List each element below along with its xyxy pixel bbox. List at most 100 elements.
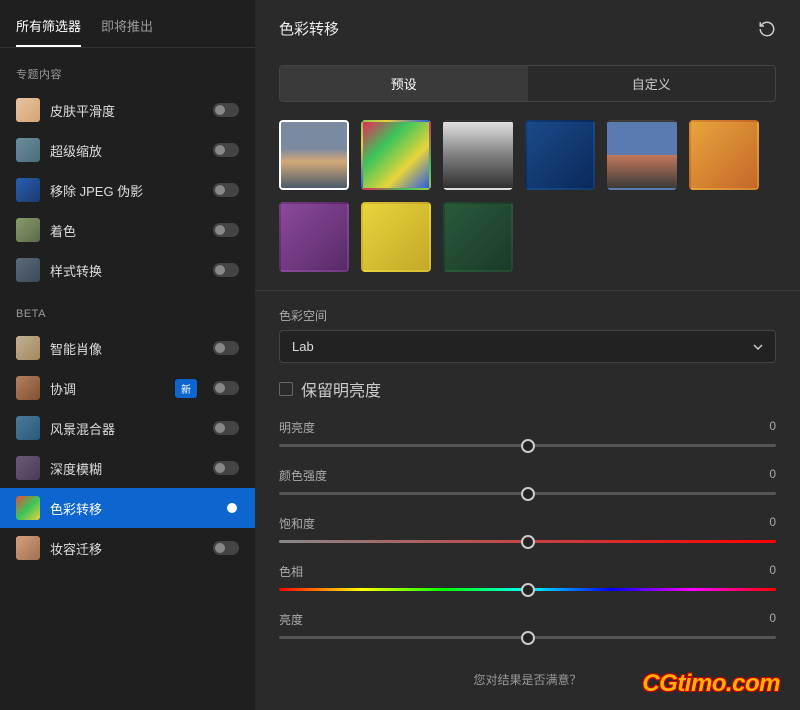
filter-thumb-icon bbox=[16, 336, 40, 360]
seg-presets[interactable]: 预设 bbox=[280, 66, 528, 101]
slider-label: 明亮度 bbox=[279, 419, 315, 436]
preserve-luma-label: 保留明亮度 bbox=[301, 377, 381, 401]
preset-thumb-6[interactable] bbox=[279, 202, 349, 272]
main-header: 色彩转移 bbox=[255, 0, 800, 57]
filter-item-featured-0[interactable]: 皮肤平滑度 bbox=[0, 90, 255, 130]
preserve-luma-checkbox[interactable]: 保留明亮度 bbox=[279, 377, 776, 401]
slider-value: 0 bbox=[769, 515, 776, 532]
slider-value: 0 bbox=[769, 419, 776, 436]
filter-thumb-icon bbox=[16, 456, 40, 480]
colorspace-value: Lab bbox=[292, 339, 314, 354]
reset-icon[interactable] bbox=[758, 20, 776, 38]
filter-name-label: 超级缩放 bbox=[50, 141, 203, 160]
section-beta-label: BETA bbox=[0, 290, 255, 328]
filter-thumb-icon bbox=[16, 258, 40, 282]
filter-thumb-icon bbox=[16, 218, 40, 242]
filter-name-label: 着色 bbox=[50, 221, 203, 240]
slider-thumb[interactable] bbox=[521, 439, 535, 453]
slider-thumb[interactable] bbox=[521, 583, 535, 597]
slider-track[interactable] bbox=[279, 588, 776, 591]
filter-toggle[interactable] bbox=[213, 341, 239, 355]
slider-track[interactable] bbox=[279, 444, 776, 447]
filter-item-beta-0[interactable]: 智能肖像 bbox=[0, 328, 255, 368]
filter-thumb-icon bbox=[16, 376, 40, 400]
slider-value: 0 bbox=[769, 467, 776, 484]
preset-thumb-7[interactable] bbox=[361, 202, 431, 272]
filter-toggle[interactable] bbox=[213, 501, 239, 515]
filter-thumb-icon bbox=[16, 496, 40, 520]
filter-thumb-icon bbox=[16, 536, 40, 560]
filter-thumb-icon bbox=[16, 138, 40, 162]
tab-all-filters[interactable]: 所有筛选器 bbox=[16, 16, 81, 47]
filter-name-label: 皮肤平滑度 bbox=[50, 101, 203, 120]
filter-name-label: 移除 JPEG 伪影 bbox=[50, 181, 203, 200]
slider-track[interactable] bbox=[279, 540, 776, 543]
filter-item-beta-5[interactable]: 妆容迁移 bbox=[0, 528, 255, 568]
slider-row-1: 颜色强度 0 bbox=[279, 467, 776, 495]
filter-toggle[interactable] bbox=[213, 461, 239, 475]
filter-item-beta-3[interactable]: 深度模糊 bbox=[0, 448, 255, 488]
filter-toggle[interactable] bbox=[213, 143, 239, 157]
filter-toggle[interactable] bbox=[213, 103, 239, 117]
slider-label: 亮度 bbox=[279, 611, 303, 628]
colorspace-select[interactable]: Lab bbox=[279, 330, 776, 363]
preset-thumb-3[interactable] bbox=[525, 120, 595, 190]
filter-toggle[interactable] bbox=[213, 263, 239, 277]
slider-label: 饱和度 bbox=[279, 515, 315, 532]
seg-custom[interactable]: 自定义 bbox=[528, 66, 776, 101]
slider-thumb[interactable] bbox=[521, 535, 535, 549]
filter-toggle[interactable] bbox=[213, 223, 239, 237]
preset-thumb-4[interactable] bbox=[607, 120, 677, 190]
filter-name-label: 样式转换 bbox=[50, 261, 203, 280]
filter-name-label: 协调 bbox=[50, 379, 165, 398]
sidebar-tabs: 所有筛选器 即将推出 bbox=[0, 0, 255, 48]
colorspace-label: 色彩空间 bbox=[279, 307, 776, 324]
slider-thumb[interactable] bbox=[521, 631, 535, 645]
preset-thumb-5[interactable] bbox=[689, 120, 759, 190]
preset-thumb-2[interactable] bbox=[443, 120, 513, 190]
filter-name-label: 深度模糊 bbox=[50, 459, 203, 478]
preset-thumb-1[interactable] bbox=[361, 120, 431, 190]
slider-label: 色相 bbox=[279, 563, 303, 580]
main-panel: 色彩转移 预设 自定义 色彩空间 Lab 保留明亮度 明亮度 0 颜色强度 0 饱和度 0… bbox=[255, 0, 800, 710]
filter-name-label: 妆容迁移 bbox=[50, 539, 203, 558]
new-badge: 新 bbox=[175, 379, 197, 398]
filter-item-featured-1[interactable]: 超级缩放 bbox=[0, 130, 255, 170]
filter-toggle[interactable] bbox=[213, 541, 239, 555]
slider-value: 0 bbox=[769, 611, 776, 628]
tab-upcoming[interactable]: 即将推出 bbox=[101, 16, 153, 47]
slider-row-4: 亮度 0 bbox=[279, 611, 776, 639]
section-featured-label: 专题内容 bbox=[0, 48, 255, 90]
preset-thumb-0[interactable] bbox=[279, 120, 349, 190]
filter-item-beta-1[interactable]: 协调新 bbox=[0, 368, 255, 408]
page-title: 色彩转移 bbox=[279, 18, 758, 39]
filter-item-featured-2[interactable]: 移除 JPEG 伪影 bbox=[0, 170, 255, 210]
sidebar: 所有筛选器 即将推出 专题内容 皮肤平滑度超级缩放移除 JPEG 伪影着色样式转… bbox=[0, 0, 255, 710]
checkbox-icon bbox=[279, 382, 293, 396]
filter-name-label: 智能肖像 bbox=[50, 339, 203, 358]
filter-thumb-icon bbox=[16, 416, 40, 440]
filter-name-label: 风景混合器 bbox=[50, 419, 203, 438]
filter-item-featured-4[interactable]: 样式转换 bbox=[0, 250, 255, 290]
controls-section: 色彩空间 Lab 保留明亮度 明亮度0颜色强度0饱和度0色相0亮度0 您对结果是… bbox=[255, 291, 800, 708]
filter-item-featured-3[interactable]: 着色 bbox=[0, 210, 255, 250]
slider-track[interactable] bbox=[279, 636, 776, 639]
filter-toggle[interactable] bbox=[213, 183, 239, 197]
slider-row-3: 色相 0 bbox=[279, 563, 776, 591]
filter-item-beta-4[interactable]: 色彩转移 bbox=[0, 488, 255, 528]
slider-label: 颜色强度 bbox=[279, 467, 327, 484]
filter-item-beta-2[interactable]: 风景混合器 bbox=[0, 408, 255, 448]
filter-toggle[interactable] bbox=[213, 421, 239, 435]
chevron-down-icon bbox=[753, 342, 763, 352]
slider-value: 0 bbox=[769, 563, 776, 580]
preset-thumb-8[interactable] bbox=[443, 202, 513, 272]
filter-thumb-icon bbox=[16, 98, 40, 122]
segmented-control: 预设 自定义 bbox=[279, 65, 776, 102]
slider-track[interactable] bbox=[279, 492, 776, 495]
slider-thumb[interactable] bbox=[521, 487, 535, 501]
filter-thumb-icon bbox=[16, 178, 40, 202]
slider-row-0: 明亮度 0 bbox=[279, 419, 776, 447]
filter-toggle[interactable] bbox=[213, 381, 239, 395]
presets-grid bbox=[255, 120, 800, 290]
slider-row-2: 饱和度 0 bbox=[279, 515, 776, 543]
